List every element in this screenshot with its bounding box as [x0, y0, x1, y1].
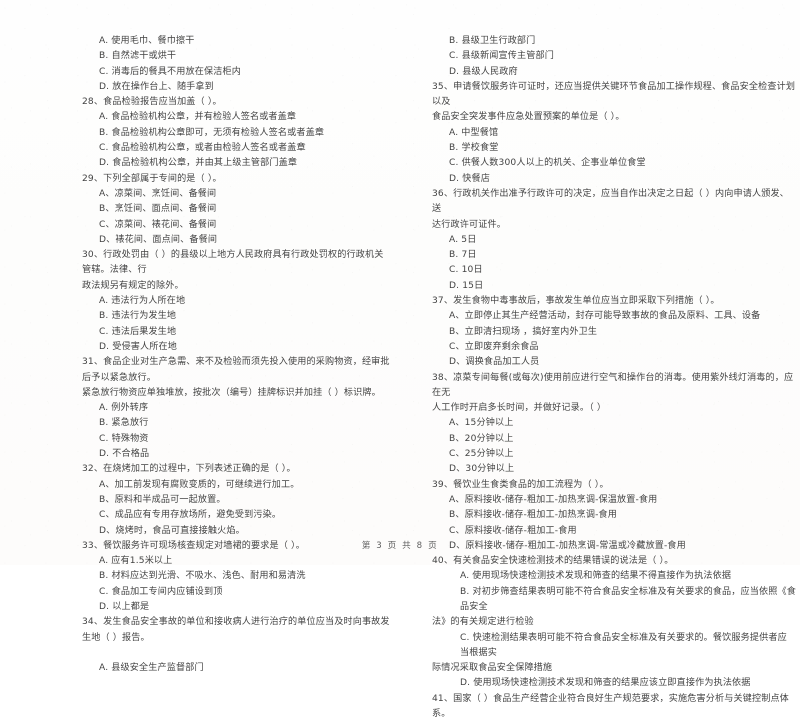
question-text-continuation: 达行政许可证件。: [432, 219, 506, 230]
question-text: 28、食品检验报告应当加盖（ ）。: [82, 97, 222, 108]
answer-option: B. 材料应达到光滑、不吸水、浅色、耐用和易清洗: [99, 571, 306, 582]
answer-option: A、原料接收-储存-粗加工-加热烹调-保温放置-食用: [449, 494, 658, 505]
question-text-continuation: 食品安全突发事件应急处置预案的单位是（ ）。: [432, 112, 625, 123]
answer-option: B. 县级卫生行政部门: [449, 36, 536, 46]
right-column: B. 县级卫生行政部门 C. 县级新闻宣传主管部门 D. 县级人民政府 35、申请餐饮…: [400, 34, 800, 722]
answer-option: A. 使用现场快速检测技术发现和筛查的结果不得直接作为执法依据: [460, 571, 732, 582]
question-text: 41、国家（ ）食品生产经营企业符合良好生产规范要求，实施危害分析与关键控制点体…: [432, 693, 789, 720]
answer-option: A、15分钟以上: [449, 418, 514, 429]
answer-option: B. 违法行为发生地: [99, 311, 177, 322]
answer-option: B、烹饪间、面点间、备餐间: [99, 204, 217, 215]
answer-option: D. 食品检验机构公章，并由其上级主管部门盖章: [99, 158, 298, 169]
question-text: 40、有关食品安全快速检测技术的结果错误的说法是（ ）。: [432, 556, 674, 567]
answer-option: C. 食品加工专间内应铺设到顶: [99, 586, 223, 597]
two-column-body: A. 使用毛巾、餐巾擦干 B. 自然滤干或烘干 C. 消毒后的餐具不用放在保洁柜内 D…: [0, 34, 800, 719]
answer-option: D. 放在操作台上、随手拿到: [99, 81, 214, 92]
answer-option: C、成品应有专用存放场所，避免受到污染。: [99, 510, 282, 521]
answer-option: C. 食品检验机构公章，或者由检验人签名或者盖章: [99, 143, 306, 154]
question-text: 38、凉菜专间每餐(或每次)使用前应进行空气和操作台的消毒。使用紫外线灯消毒的，…: [432, 372, 794, 398]
question-text-continuation: 人工作时开启多长时间，并做好记录。（ ）: [432, 403, 607, 414]
answer-option: A、加工前发现有腐败变质的，可继续进行加工。: [99, 479, 300, 490]
answer-option: B、20分钟以上: [449, 433, 514, 444]
answer-option: C. 快速检测结果表明可能不符合食品安全标准及有关要求的。餐饮服务提供者应当根据…: [460, 632, 787, 658]
question-text: 34、发生食品安全事故的单位和接收病人进行治疗的单位应当及时向事故发生地（ ）报…: [82, 617, 390, 643]
answer-option: C. 消毒后的餐具不用放在保洁柜内: [99, 66, 241, 77]
answer-option: A. 县级安全生产监督部门: [99, 663, 204, 674]
answer-option: A、凉菜间、烹饪间、备餐间: [99, 188, 217, 199]
answer-option: D. 不合格品: [99, 449, 150, 460]
answer-option: D. 快餐店: [449, 173, 490, 184]
answer-option: B、原料接收-储存-粗加工-加热烹调-食用: [449, 510, 618, 521]
answer-option: C. 供餐人数300人以上的机关、企事业单位食堂: [449, 158, 646, 169]
question-text: 35、申请餐饮服务许可证时，还应当提供关键环节食品加工操作规程、食品安全检查计划…: [432, 81, 796, 108]
question-text: 37、发生食物中毒事故后，事故发生单位应当立即采取下列措施（ ）。: [432, 296, 720, 307]
answer-option-continuation: 法》的有关规定进行检验: [432, 617, 534, 628]
question-text: 36、行政机关作出准予行政许可的决定，应当自作出决定之日起（ ）内向申请人颁发、…: [432, 188, 789, 215]
answer-option: B. 紧急放行: [99, 418, 149, 429]
question-text-continuation: 紧急放行物资应单独堆放，按批次（编号）挂牌标识并加挂（ ）标识牌。: [82, 387, 381, 398]
answer-option: C. 特殊物资: [99, 433, 149, 444]
question-text: 29、下列全部属于专间的是（ ）。: [82, 173, 222, 184]
answer-option: B. 食品检验机构公章即可，无须有检验人签名或者盖章: [99, 127, 325, 138]
answer-option: A. 使用毛巾、餐巾擦干: [99, 36, 195, 46]
document-page: A. 使用毛巾、餐巾擦干 B. 自然滤干或烘干 C. 消毒后的餐具不用放在保洁柜内 D…: [0, 0, 800, 719]
answer-option: D. 使用现场快速检测技术发现和筛查的结果应该立即直接作为执法依据: [460, 678, 751, 689]
answer-option: B. 7日: [449, 250, 477, 261]
question-text-continuation: 政法规另有规定的除外。: [82, 280, 184, 291]
answer-option: A. 应有1.5米以上: [99, 556, 173, 567]
answer-option: B、立即清扫现场 ，搞好室内外卫生: [449, 326, 598, 337]
answer-option: D. 县级人民政府: [449, 66, 518, 77]
answer-option: C、25分钟以上: [449, 449, 514, 460]
answer-option: D、裱花间、面点间、备餐间: [99, 234, 218, 245]
left-column: A. 使用毛巾、餐巾擦干 B. 自然滤干或烘干 C. 消毒后的餐具不用放在保洁柜内 D…: [0, 34, 400, 676]
answer-option-continuation: 际情况采取食品安全保障措施: [432, 663, 553, 674]
page-footer: 第 3 页 共 8 页: [361, 541, 439, 551]
answer-option: C、原料接收-储存-粗加工-食用: [449, 525, 577, 536]
answer-option: A. 中型餐馆: [449, 127, 499, 138]
question-text: 39、餐饮业生食类食品的加工流程为（ ）。: [432, 479, 609, 490]
answer-option: D. 以上都是: [99, 601, 150, 612]
answer-option: C. 违法后果发生地: [99, 326, 177, 337]
answer-option: A. 5日: [449, 234, 477, 245]
answer-option: B. 自然滤干或烘干: [99, 51, 177, 62]
answer-option: D、调换食品加工人员: [449, 357, 540, 368]
answer-option: C. 10日: [449, 265, 483, 276]
answer-option: C. 县级新闻宣传主管部门: [449, 51, 555, 62]
answer-option: C、立即废弃剩余食品: [449, 341, 539, 352]
question-text: 31、食品企业对生产急需、来不及检验而须先投入使用的采购物资，经审批后予以紧急放…: [82, 357, 390, 383]
answer-option: A. 食品检验机构公章，并有检验人签名或者盖章: [99, 112, 297, 123]
answer-option: A. 违法行为人所在地: [99, 296, 186, 307]
answer-option: D. 15日: [449, 280, 484, 291]
question-text: 30、行政处罚由（ ）的县级以上地方人民政府具有行政处罚权的行政机关管辖。法律、…: [82, 250, 384, 276]
question-text: 32、在烧烤加工的过程中，下列表述正确的是（ ）。: [82, 464, 296, 475]
answer-option: A、立即停止其生产经营活动，封存可能导致事故的食品及原料、工具、设备: [449, 311, 761, 322]
answer-option: B. 对初步筛查结果表明可能不符合食品安全标准及有关要求的食品，应当依照《食品安…: [460, 586, 797, 612]
answer-option: D、30分钟以上: [449, 464, 515, 475]
answer-option: C、凉菜间、裱花间、备餐间: [99, 219, 217, 230]
answer-option: B. 学校食堂: [449, 143, 499, 154]
answer-option: D、烧烤时，食品可直接接触火焰。: [99, 525, 245, 536]
answer-option: D. 受侵害人所在地: [99, 341, 177, 352]
answer-option: A. 例外转序: [99, 403, 149, 414]
answer-option: B、原料和半成品可一起放置。: [99, 494, 226, 505]
